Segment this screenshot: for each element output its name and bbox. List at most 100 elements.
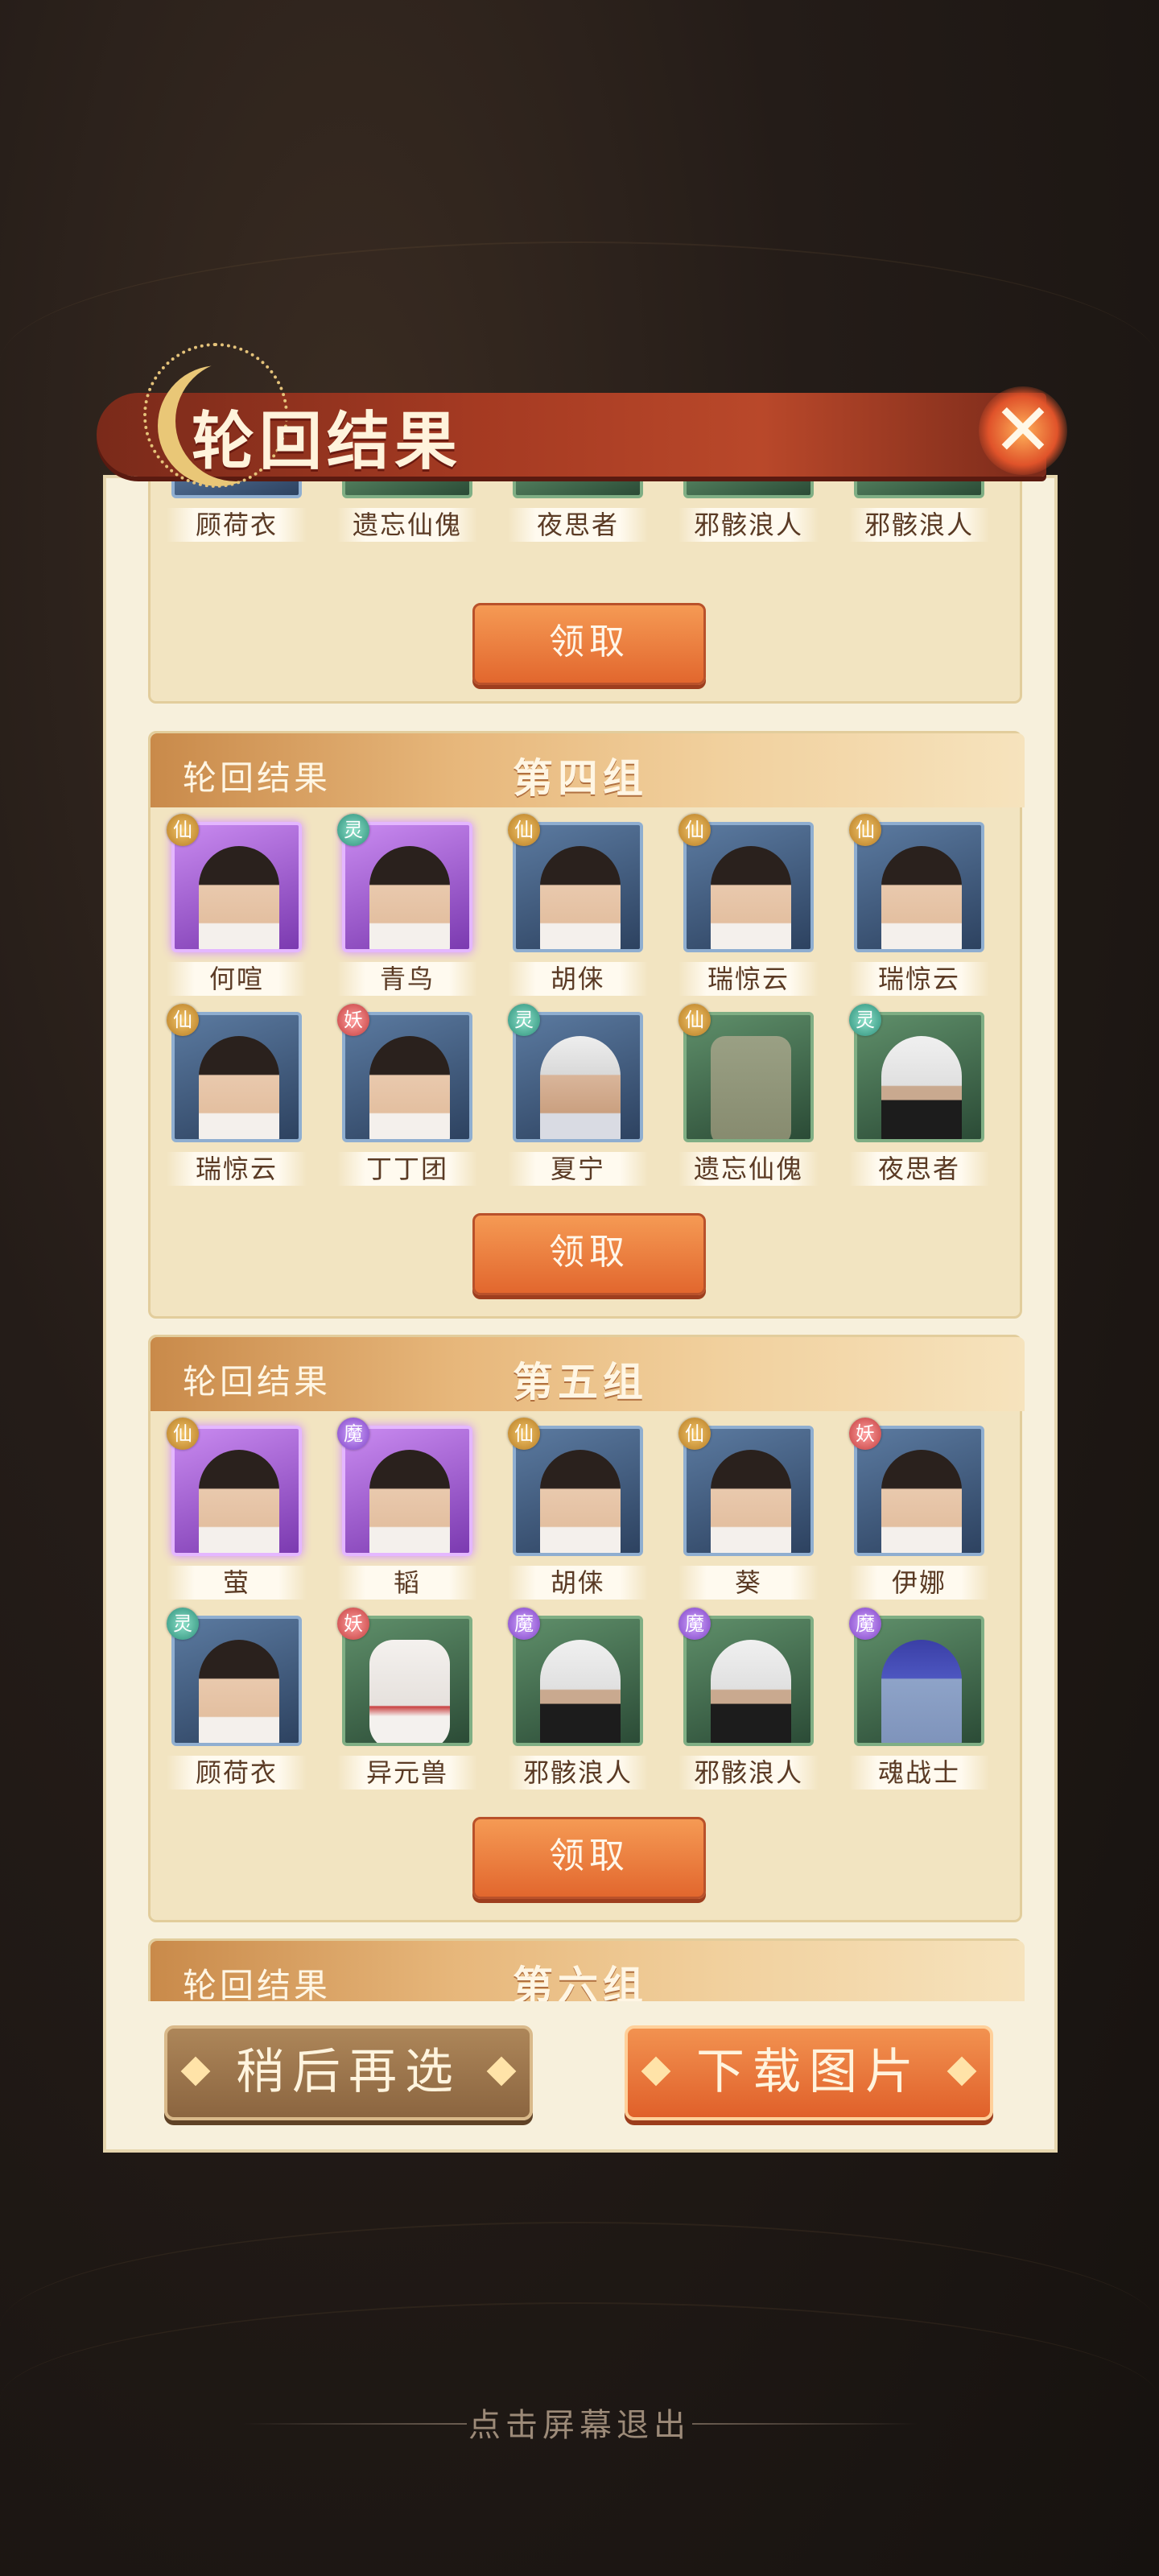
hero-card[interactable]: 仙 葵: [678, 1418, 819, 1619]
hero-portrait: [881, 846, 962, 949]
faction-badge: 仙: [678, 1004, 711, 1036]
hero-card[interactable]: 仙 萤: [167, 1418, 307, 1619]
hero-card[interactable]: 妖 异元兽: [337, 1608, 477, 1809]
hero-portrait: [369, 846, 450, 949]
hero-card[interactable]: 妖 伊娜: [849, 1418, 989, 1619]
hero-card[interactable]: 仙 瑞惊云: [678, 814, 819, 1015]
hero-frame: [513, 478, 643, 498]
hero-name: 瑞惊云: [849, 962, 989, 996]
hero-name: 葵: [678, 1566, 819, 1600]
hero-name: 丁丁团: [337, 1152, 477, 1186]
hero-card[interactable]: 仙 瑞惊云: [167, 1004, 307, 1205]
hero-card[interactable]: 邪骸浪人: [678, 478, 819, 617]
hero-portrait: [199, 846, 279, 949]
hero-name: 胡俫: [508, 1566, 648, 1600]
exit-hint[interactable]: 点击屏幕退出: [0, 2399, 1159, 2446]
hero-name: 夜思者: [849, 1152, 989, 1186]
hero-name: 萤: [167, 1566, 307, 1600]
group-header-label: 轮回结果: [183, 1966, 332, 2005]
hero-card[interactable]: 仙 胡俫: [508, 814, 648, 1015]
hero-card[interactable]: 妖 丁丁团: [337, 1004, 477, 1205]
choose-later-button[interactable]: 稍后再选: [164, 2025, 533, 2120]
faction-badge: 魔: [508, 1608, 540, 1640]
hero-card[interactable]: 魔 邪骸浪人: [678, 1608, 819, 1809]
faction-badge: 妖: [337, 1608, 369, 1640]
faction-badge: 灵: [849, 1004, 881, 1036]
hero-card[interactable]: 魔 韬: [337, 1418, 477, 1619]
hero-portrait: [711, 1640, 791, 1743]
claim-button[interactable]: 领取: [472, 603, 706, 685]
hero-card[interactable]: 魔 邪骸浪人: [508, 1608, 648, 1809]
claim-button[interactable]: 领取: [472, 1817, 706, 1899]
diamond-ornament-icon: [641, 2056, 671, 2087]
hero-portrait: [540, 1450, 621, 1553]
hero-name: 夜思者: [508, 508, 648, 542]
hero-card[interactable]: 仙 胡俫: [508, 1418, 648, 1619]
faction-badge: 灵: [337, 814, 369, 846]
hero-card[interactable]: 灵 夜思者: [849, 1004, 989, 1205]
faction-badge: 仙: [167, 1004, 199, 1036]
hero-card[interactable]: 灵 夏宁: [508, 1004, 648, 1205]
hero-card[interactable]: 邪骸浪人: [849, 478, 989, 617]
hero-card[interactable]: 遗忘仙傀: [337, 478, 477, 617]
hero-name: 顾荷衣: [167, 508, 307, 542]
hero-name: 伊娜: [849, 1566, 989, 1600]
group-header: 轮回结果 第四组: [151, 733, 1025, 807]
choose-later-label: 稍后再选: [236, 2044, 461, 2100]
hero-frame: [683, 478, 814, 498]
hero-name: 邪骸浪人: [678, 508, 819, 542]
hero-name: 邪骸浪人: [678, 1756, 819, 1790]
faction-badge: 仙: [678, 814, 711, 846]
faction-badge: 灵: [167, 1608, 199, 1640]
faction-badge: 仙: [508, 814, 540, 846]
download-image-label: 下载图片: [696, 2044, 922, 2100]
hero-portrait: [881, 1450, 962, 1553]
diamond-ornament-icon: [486, 2056, 517, 2087]
group-header-label: 轮回结果: [183, 758, 332, 798]
hero-card[interactable]: 灵 青鸟: [337, 814, 477, 1015]
diamond-ornament-icon: [180, 2056, 211, 2087]
hero-frame: [854, 478, 984, 498]
hero-card[interactable]: 仙 瑞惊云: [849, 814, 989, 1015]
dialog-title: 轮回结果: [192, 405, 463, 478]
hero-portrait: [540, 1036, 621, 1139]
faction-badge: 魔: [849, 1608, 881, 1640]
hero-portrait: [711, 1036, 791, 1139]
hero-card[interactable]: 仙 何喧: [167, 814, 307, 1015]
group-header-label: 轮回结果: [183, 1362, 332, 1402]
group-header: 轮回结果 第五组: [151, 1337, 1025, 1411]
hero-portrait: [540, 1640, 621, 1743]
faction-badge: 仙: [167, 814, 199, 846]
hero-name: 顾荷衣: [167, 1756, 307, 1790]
hero-card[interactable]: 夜思者: [508, 478, 648, 617]
hero-portrait: [369, 1450, 450, 1553]
hero-name: 遗忘仙傀: [337, 508, 477, 542]
hero-portrait: [199, 1450, 279, 1553]
faction-badge: 妖: [337, 1004, 369, 1036]
hero-name: 何喧: [167, 962, 307, 996]
hero-portrait: [711, 846, 791, 949]
download-image-button[interactable]: 下载图片: [625, 2025, 993, 2120]
hero-card[interactable]: 顾荷衣: [167, 478, 307, 617]
faction-badge: 灵: [508, 1004, 540, 1036]
faction-badge: 魔: [337, 1418, 369, 1450]
hero-name: 异元兽: [337, 1756, 477, 1790]
close-icon: ✕: [992, 388, 1054, 473]
hero-portrait: [369, 1036, 450, 1139]
hero-card[interactable]: 仙 遗忘仙傀: [678, 1004, 819, 1205]
faction-badge: 仙: [678, 1418, 711, 1450]
hero-card[interactable]: 灵 顾荷衣: [167, 1608, 307, 1809]
hero-portrait: [369, 1640, 450, 1743]
hero-name: 遗忘仙傀: [678, 1152, 819, 1186]
close-button[interactable]: ✕: [971, 378, 1075, 483]
hero-name: 瑞惊云: [167, 1152, 307, 1186]
hero-card[interactable]: 魔 魂战士: [849, 1608, 989, 1809]
claim-button[interactable]: 领取: [472, 1213, 706, 1295]
hero-portrait: [881, 1640, 962, 1743]
result-group-partial: 顾荷衣 遗忘仙傀 夜思者 邪骸浪人 邪骸浪人 领取: [148, 478, 1022, 704]
hero-name: 魂战士: [849, 1756, 989, 1790]
hero-portrait: [540, 846, 621, 949]
faction-badge: 妖: [849, 1418, 881, 1450]
hero-name: 邪骸浪人: [849, 508, 989, 542]
hero-name: 邪骸浪人: [508, 1756, 648, 1790]
